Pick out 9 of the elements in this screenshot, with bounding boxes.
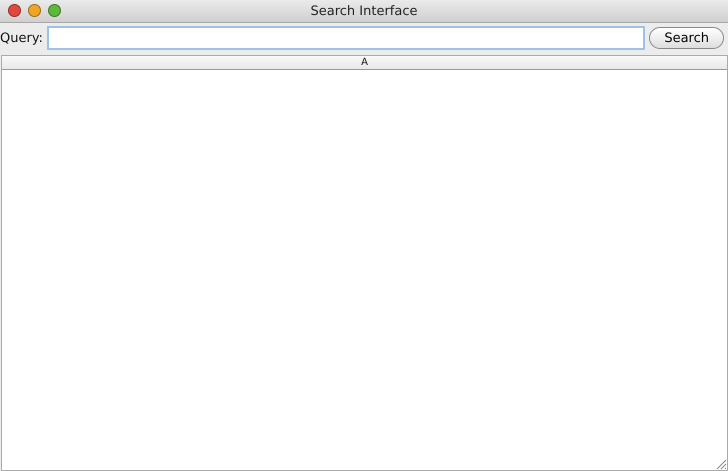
query-label: Query: [0, 30, 43, 46]
minimize-button[interactable] [28, 4, 41, 17]
query-field[interactable] [46, 26, 646, 50]
zoom-button[interactable] [48, 4, 61, 17]
window-title: Search Interface [310, 4, 418, 18]
resize-grip-icon[interactable] [715, 458, 727, 470]
column-header[interactable]: A [2, 56, 727, 69]
search-button[interactable]: Search [649, 27, 724, 49]
close-button[interactable] [8, 4, 21, 17]
